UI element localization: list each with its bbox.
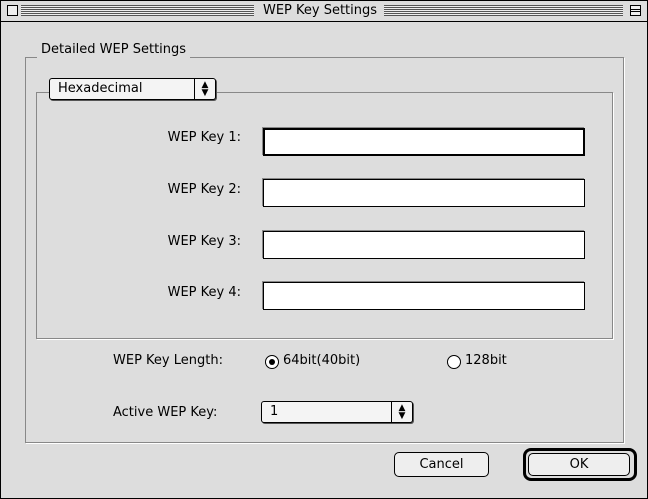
radio-64bit-label[interactable]: 64bit(40bit) (283, 352, 360, 370)
ok-button[interactable]: OK (528, 453, 630, 476)
active-key-popup[interactable]: 1 ▲ ▼ (261, 401, 413, 423)
radio-128bit-label[interactable]: 128bit (465, 352, 507, 370)
window-title: WEP Key Settings (260, 2, 380, 19)
group-label: Detailed WEP Settings (37, 41, 191, 59)
active-key-label: Active WEP Key: (113, 405, 218, 420)
wep-key-4-field[interactable] (263, 282, 585, 310)
cancel-button[interactable]: Cancel (394, 452, 489, 477)
wep-key-2-label: WEP Key 2: (167, 182, 241, 197)
wep-key-4-label: WEP Key 4: (167, 285, 241, 300)
wep-key-3-field[interactable] (263, 231, 585, 259)
wep-key-3-label: WEP Key 3: (167, 234, 241, 249)
title-bar[interactable]: WEP Key Settings (1, 1, 647, 22)
wep-settings-dialog: WEP Key Settings Detailed WEP Settings H… (0, 0, 648, 499)
up-down-arrows-icon: ▲ ▼ (391, 402, 412, 422)
key-length-label: WEP Key Length: (113, 353, 223, 368)
close-box-icon[interactable] (7, 5, 18, 16)
encoding-popup[interactable]: Hexadecimal ▲ ▼ (49, 78, 216, 100)
radio-64bit[interactable] (265, 355, 279, 369)
encoding-popup-value: Hexadecimal (58, 81, 143, 96)
wep-key-1-label: WEP Key 1: (167, 130, 241, 145)
title-bar-stripes-left (21, 5, 254, 16)
wep-key-2-field[interactable] (263, 179, 585, 207)
collapse-box-icon[interactable] (630, 5, 641, 16)
wep-key-1-field[interactable] (263, 128, 585, 156)
active-key-popup-value: 1 (270, 404, 279, 419)
up-down-arrows-icon: ▲ ▼ (194, 79, 215, 99)
title-bar-stripes-right (384, 5, 623, 16)
radio-128bit[interactable] (447, 355, 461, 369)
